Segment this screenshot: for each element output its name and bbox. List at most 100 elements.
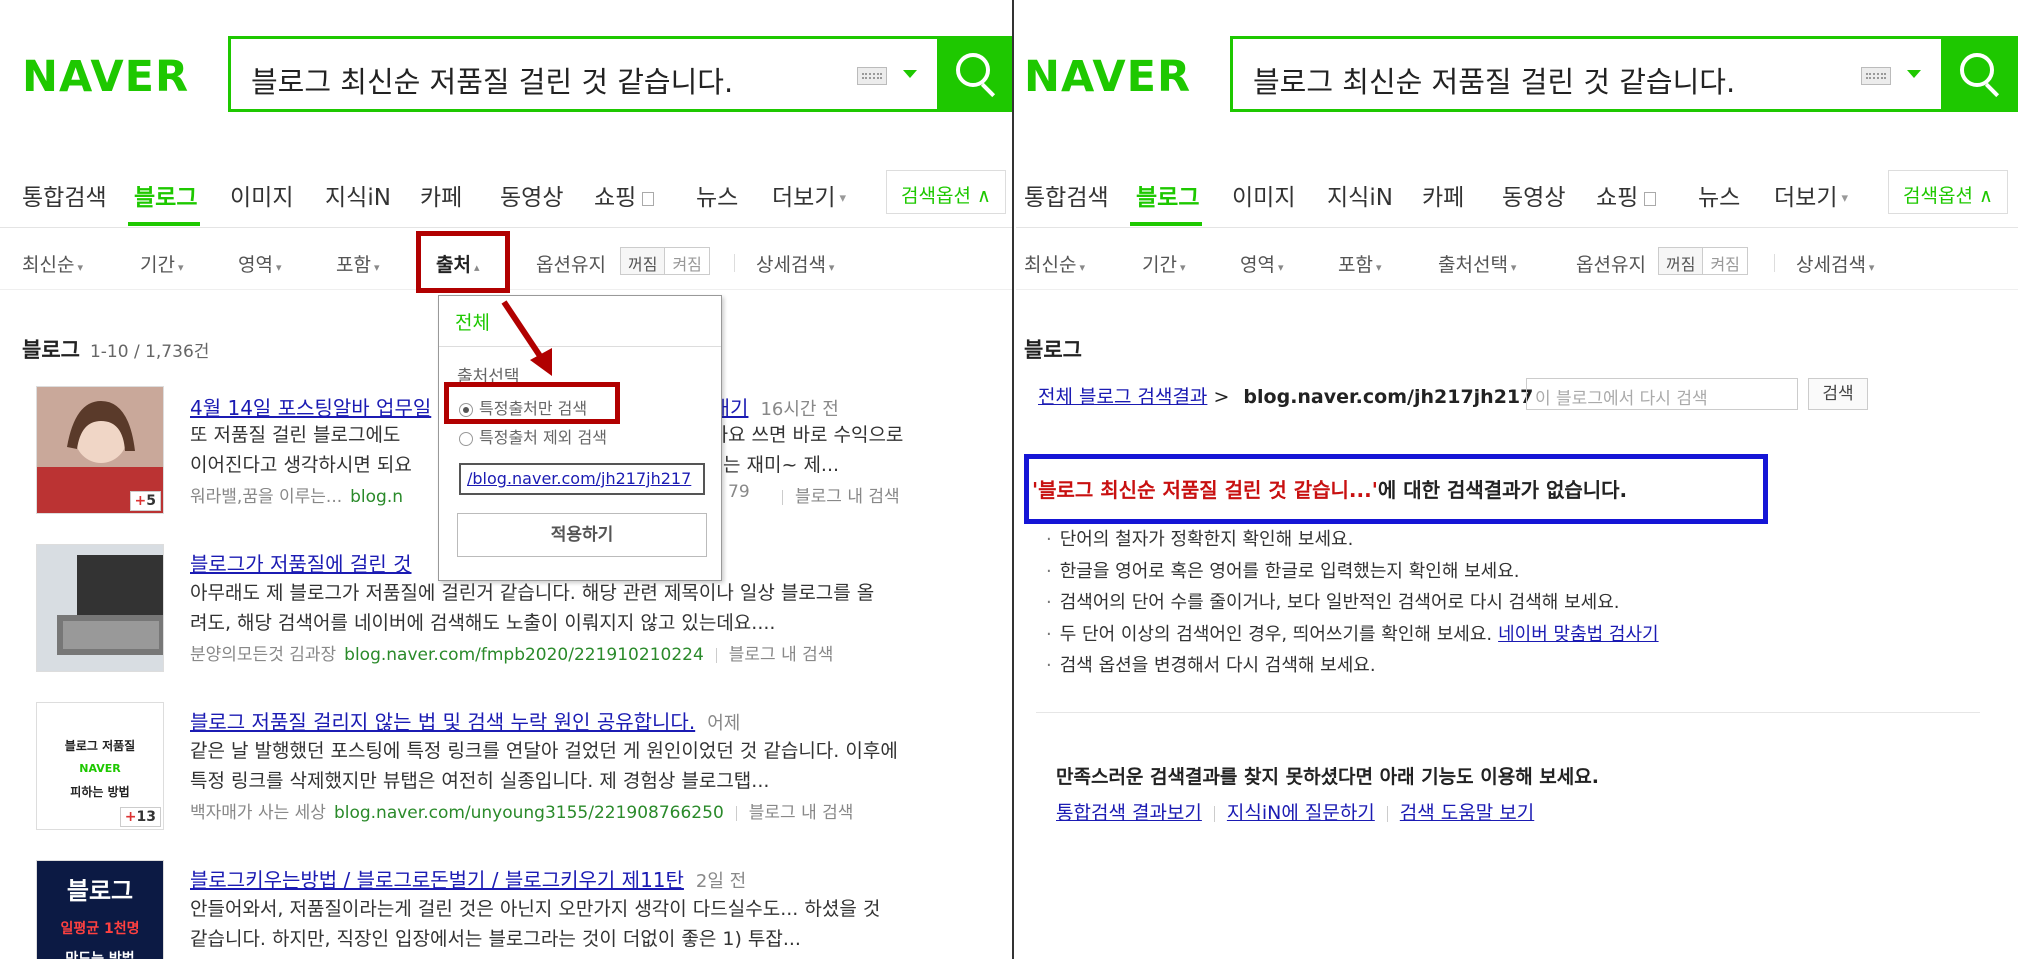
- tab-news[interactable]: 뉴스: [696, 178, 738, 212]
- filter-area[interactable]: 영역 ▾: [1240, 250, 1284, 277]
- tab-shopping[interactable]: 쇼핑: [1596, 178, 1657, 212]
- integrated-results-link[interactable]: 통합검색 결과보기: [1056, 802, 1202, 824]
- desc-line: 아무래도 제 블로그가 저품질에 걸린거 같습니다. 해당 관련 제목이나 일상…: [190, 582, 875, 604]
- tab-kin[interactable]: 지식iN: [1327, 178, 1393, 212]
- search-input[interactable]: 블로그 최신순 저품질 걸린 것 같습니다.: [251, 59, 733, 101]
- highlight-source-filter: [416, 231, 510, 293]
- tab-integrated[interactable]: 통합검색: [1024, 178, 1109, 212]
- ask-kin-link[interactable]: 지식iN에 질문하기: [1227, 802, 1375, 824]
- toggle-on[interactable]: 켜짐: [1703, 248, 1746, 274]
- tip-item: 검색어의 단어 수를 줄이거나, 보다 일반적인 검색어로 다시 검색해 보세요…: [1046, 587, 1659, 619]
- tab-news[interactable]: 뉴스: [1698, 178, 1740, 212]
- image-count: 5: [146, 493, 156, 509]
- source-dropdown: 전체 출처선택 특정출처만 검색 특정출처 제외 검색 /blog.naver.…: [438, 295, 722, 581]
- toggle-on[interactable]: 켜짐: [665, 248, 708, 274]
- search-box[interactable]: 블로그 최신순 저품질 걸린 것 같습니다.: [228, 36, 940, 112]
- filter-include[interactable]: 포함 ▾: [1338, 250, 1382, 277]
- chevron-down-icon: ▾: [1868, 261, 1875, 274]
- result-title[interactable]: 블로그가 저품질에 걸린 것: [190, 548, 411, 577]
- result-thumbnail[interactable]: 블로그 일평균 1천명 만드는 방법: [36, 860, 164, 959]
- tab-blog[interactable]: 블로그: [134, 178, 197, 212]
- blog-search-button[interactable]: 검색: [1808, 378, 1868, 410]
- thumb-text: 블로그 저품질: [64, 739, 136, 753]
- apply-button[interactable]: 적용하기: [457, 513, 707, 557]
- search-button[interactable]: [940, 36, 1012, 112]
- result-url[interactable]: blog.n: [350, 487, 403, 507]
- result-title-text: 블로그키우는방법 / 블로그로돈벌기 / 블로그키우기 제11탄: [190, 868, 684, 892]
- filter-source[interactable]: 출처선택 ▾: [1438, 250, 1516, 277]
- tab-shopping-label: 쇼핑: [1596, 185, 1639, 211]
- result-title[interactable]: 블로그 저품질 걸리지 않는 법 및 검색 누락 원인 공유합니다. 어제: [190, 706, 740, 735]
- desc-line: 특정 링크를 삭제했지만 뷰탭은 여전히 실종입니다. 제 경험상 블로그탭..…: [190, 770, 770, 792]
- result-description: 안들어와서, 저품질이라는게 걸린 것은 아닌지 오만가지 생각이 다드실수도.…: [190, 894, 960, 954]
- option-keep-toggle[interactable]: 꺼짐 켜짐: [620, 247, 710, 275]
- search-options-button[interactable]: 검색옵션 ∧: [1888, 170, 2008, 214]
- radio-exclude-source[interactable]: 특정출처 제외 검색: [459, 424, 607, 448]
- search-options-button[interactable]: 검색옵션 ∧: [886, 170, 1006, 214]
- option-keep-toggle[interactable]: 꺼짐 켜짐: [1658, 247, 1748, 275]
- divider: [735, 805, 737, 821]
- blog-search-link[interactable]: 블로그 내 검색: [729, 645, 834, 665]
- more-options-title: 만족스러운 검색결과를 찾지 못하셨다면 아래 기능도 이용해 보세요.: [1056, 766, 1599, 788]
- result-author[interactable]: 백자매가 사는 세상: [190, 803, 326, 823]
- right-panel: NAVER 블로그 최신순 저품질 걸린 것 같습니다. 통합검색 블로그 이미…: [1016, 0, 2018, 959]
- autocomplete-toggle-icon[interactable]: [903, 70, 917, 78]
- tab-cafe[interactable]: 카페: [420, 178, 462, 212]
- result-title-text: 4월 14일 포스팅알바 업무일: [190, 396, 432, 420]
- result-thumbnail[interactable]: 블로그 저품질 NAVER 피하는 방법 +13: [36, 702, 164, 830]
- keyboard-icon[interactable]: [1861, 67, 1891, 85]
- spell-checker-link[interactable]: 네이버 맞춤법 검사기: [1498, 624, 1658, 645]
- tab-image[interactable]: 이미지: [1232, 178, 1295, 212]
- search-box[interactable]: 블로그 최신순 저품질 걸린 것 같습니다.: [1230, 36, 1944, 112]
- source-url-input[interactable]: /blog.naver.com/jh217jh217: [459, 463, 705, 495]
- autocomplete-toggle-icon[interactable]: [1907, 70, 1921, 78]
- filter-area[interactable]: 영역 ▾: [238, 250, 282, 277]
- chevron-up-icon: ∧: [1978, 185, 1993, 207]
- source-all-option[interactable]: 전체: [455, 308, 490, 335]
- filter-include[interactable]: 포함 ▾: [336, 250, 380, 277]
- thumb-text: 블로그: [66, 877, 134, 905]
- tab-more[interactable]: 더보기 ▾: [772, 178, 846, 212]
- filter-sort[interactable]: 최신순 ▾: [22, 250, 83, 277]
- filter-detail[interactable]: 상세검색 ▾: [1796, 250, 1874, 277]
- tab-video[interactable]: 동영상: [1502, 178, 1565, 212]
- keyboard-icon[interactable]: [857, 67, 887, 85]
- result-author[interactable]: 워라밸,꿈을 이루는...: [190, 487, 342, 507]
- tab-blog[interactable]: 블로그: [1136, 178, 1199, 212]
- tab-shopping[interactable]: 쇼핑: [594, 178, 655, 212]
- blog-search-link[interactable]: 블로그 내 검색: [770, 482, 900, 507]
- result-thumbnail[interactable]: [36, 544, 164, 672]
- filter-period[interactable]: 기간 ▾: [140, 250, 184, 277]
- tab-kin[interactable]: 지식iN: [325, 178, 391, 212]
- tab-more[interactable]: 더보기 ▾: [1774, 178, 1848, 212]
- tab-video[interactable]: 동영상: [500, 178, 563, 212]
- blog-search-input[interactable]: 이 블로그에서 다시 검색: [1526, 378, 1798, 410]
- tab-integrated[interactable]: 통합검색: [22, 178, 107, 212]
- toggle-off[interactable]: 꺼짐: [621, 248, 666, 274]
- search-input[interactable]: 블로그 최신순 저품질 걸린 것 같습니다.: [1253, 59, 1735, 101]
- result-url[interactable]: blog.naver.com/fmpb2020/221910210224: [344, 645, 704, 665]
- search-help-link[interactable]: 검색 도움말 보기: [1400, 802, 1534, 824]
- desc-line: 안들어와서, 저품질이라는게 걸린 것은 아닌지 오만가지 생각이 다드실수도.…: [190, 898, 881, 920]
- blog-search-link[interactable]: 블로그 내 검색: [749, 803, 854, 823]
- filter-detail[interactable]: 상세검색 ▾: [756, 250, 834, 277]
- section-title: 블로그 1-10 / 1,736건: [22, 334, 209, 364]
- result-url[interactable]: blog.naver.com/unyoung3155/221908766250: [334, 803, 724, 823]
- result-title[interactable]: 블로그키우는방법 / 블로그로돈벌기 / 블로그키우기 제11탄 2일 전: [190, 864, 746, 893]
- desc-line: 같습니다. 하지만, 직장인 입장에서는 블로그라는 것이 더없이 좋은 1) …: [190, 928, 801, 950]
- divider: [782, 489, 783, 505]
- search-button[interactable]: [1944, 36, 2018, 112]
- tab-image[interactable]: 이미지: [230, 178, 293, 212]
- filter-sort[interactable]: 최신순 ▾: [1024, 250, 1085, 277]
- shopping-icon: [1644, 191, 1657, 206]
- naver-logo[interactable]: NAVER: [1024, 52, 1191, 102]
- all-blog-results-link[interactable]: 전체 블로그 검색결과: [1038, 386, 1207, 408]
- filter-period[interactable]: 기간 ▾: [1142, 250, 1186, 277]
- result-thumbnail[interactable]: +5: [36, 386, 164, 514]
- chevron-down-icon: ▾: [839, 191, 847, 206]
- naver-logo[interactable]: NAVER: [22, 52, 189, 102]
- tab-cafe[interactable]: 카페: [1422, 178, 1464, 212]
- result-author[interactable]: 분양의모든것 김과장: [190, 645, 336, 665]
- tip-text: 두 단어 이상의 검색어인 경우, 띄어쓰기를 확인해 보세요.: [1059, 623, 1493, 645]
- toggle-off[interactable]: 꺼짐: [1659, 248, 1704, 274]
